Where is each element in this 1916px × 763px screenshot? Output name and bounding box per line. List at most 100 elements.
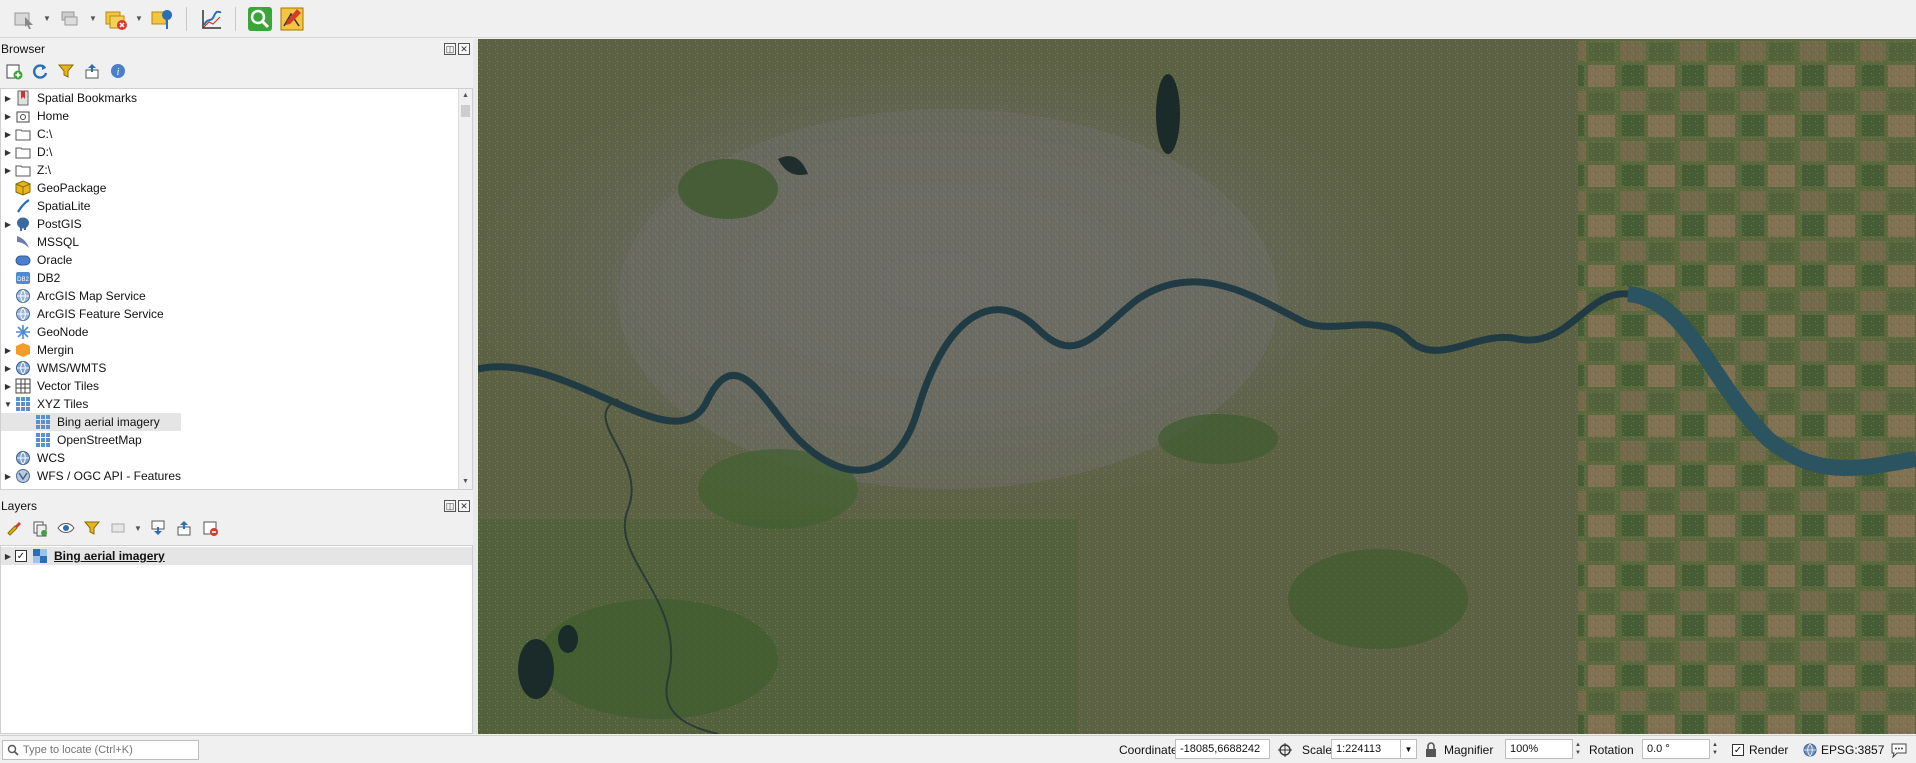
- browser-item[interactable]: ▶ PostGIS: [1, 215, 472, 233]
- coordinate-field[interactable]: -18085,6688242: [1175, 739, 1270, 759]
- expand-arrow-icon[interactable]: ▶: [1, 341, 15, 359]
- layer-row-bing[interactable]: ▶ ✓ Bing aerial imagery: [1, 547, 472, 565]
- float-panel-icon[interactable]: ◫: [444, 500, 456, 512]
- map-canvas[interactable]: [478, 39, 1916, 734]
- browser-item[interactable]: ▶ WFS / OGC API - Features: [1, 467, 472, 485]
- expand-arrow-icon[interactable]: ▶: [1, 89, 15, 107]
- identify-point-icon[interactable]: [148, 5, 176, 33]
- browser-item[interactable]: ▶ Home: [1, 107, 472, 125]
- scroll-up-icon[interactable]: ▲: [459, 89, 472, 103]
- render-checkbox[interactable]: ✓: [1732, 744, 1744, 756]
- xyz-layer-icon: [35, 414, 51, 430]
- browser-item[interactable]: ArcGIS Map Service: [1, 287, 472, 305]
- browser-item[interactable]: ▶ Spatial Bookmarks: [1, 89, 472, 107]
- magnifier-spinner[interactable]: ▲ ▼: [1573, 739, 1583, 759]
- browser-item[interactable]: ▶ C:\: [1, 125, 472, 143]
- chevron-down-icon[interactable]: ▼: [42, 5, 52, 33]
- crs-button[interactable]: EPSG:3857: [1803, 741, 1884, 759]
- svg-text:i: i: [117, 67, 120, 78]
- browser-item-label: Oracle: [37, 253, 73, 267]
- remove-layer-icon[interactable]: [200, 518, 220, 538]
- locator-bar[interactable]: [2, 740, 199, 760]
- filter-icon[interactable]: [56, 61, 76, 81]
- expand-arrow-icon[interactable]: ▶: [1, 143, 15, 161]
- browser-item[interactable]: ▶ WMS/WMTS: [1, 359, 472, 377]
- lock-scale-icon[interactable]: [1424, 741, 1438, 759]
- toggle-extents-icon[interactable]: [1277, 741, 1293, 759]
- chevron-down-icon[interactable]: ▼: [88, 5, 98, 33]
- filter-legend-icon[interactable]: [82, 518, 102, 538]
- browser-item[interactable]: ▼ XYZ Tiles: [1, 395, 472, 413]
- scrollbar-thumb[interactable]: [461, 105, 470, 117]
- expand-all-icon[interactable]: [148, 518, 168, 538]
- expand-arrow-icon[interactable]: ▶: [1, 359, 15, 377]
- visibility-icon[interactable]: [56, 518, 76, 538]
- chevron-down-icon[interactable]: ▼: [134, 518, 142, 538]
- profile-tool-icon[interactable]: [197, 5, 225, 33]
- expand-arrow-icon[interactable]: ▶: [1, 107, 15, 125]
- expand-arrow-icon[interactable]: ▶: [1, 377, 15, 395]
- browser-item[interactable]: WCS: [1, 449, 472, 467]
- float-panel-icon[interactable]: ◫: [444, 43, 456, 55]
- close-icon[interactable]: ✕: [458, 43, 470, 55]
- select-features-icon[interactable]: [10, 5, 38, 33]
- remove-layer-icon[interactable]: [102, 5, 130, 33]
- collapse-arrow-icon[interactable]: ▼: [1, 395, 15, 413]
- scale-group: Scale: [1302, 741, 1332, 759]
- rotation-spinner[interactable]: ▲ ▼: [1710, 739, 1720, 759]
- browser-item-label: Vector Tiles: [37, 379, 100, 393]
- layer-visibility-checkbox[interactable]: ✓: [15, 550, 27, 562]
- browser-item[interactable]: DB2 DB2: [1, 269, 472, 287]
- browser-item[interactable]: ArcGIS Feature Service: [1, 305, 472, 323]
- chevron-down-icon[interactable]: ▼: [134, 5, 144, 33]
- browser-panel-header: Browser ◫ ✕: [0, 39, 473, 59]
- browser-item[interactable]: GeoPackage: [1, 179, 472, 197]
- browser-item[interactable]: ▶ Z:\: [1, 161, 472, 179]
- messages-icon[interactable]: [1890, 741, 1908, 759]
- digitize-tool-icon[interactable]: [278, 5, 306, 33]
- mergin-icon: [15, 342, 31, 358]
- search-icon: [7, 744, 19, 756]
- layers-tree[interactable]: ▶ ✓ Bing aerial imagery: [0, 545, 473, 734]
- expand-arrow-icon[interactable]: ▶: [1, 547, 15, 565]
- browser-item[interactable]: ▶ D:\: [1, 143, 472, 161]
- refresh-icon[interactable]: [30, 61, 50, 81]
- expand-arrow-icon[interactable]: ▶: [1, 467, 15, 485]
- scale-field[interactable]: 1:224113: [1331, 739, 1401, 759]
- browser-item[interactable]: MSSQL: [1, 233, 472, 251]
- style-manager-icon[interactable]: [4, 518, 24, 538]
- collapse-all-icon[interactable]: [174, 518, 194, 538]
- browser-item[interactable]: GeoNode: [1, 323, 472, 341]
- browser-scrollbar[interactable]: ▲ ▼: [458, 89, 472, 489]
- deselect-features-icon[interactable]: [56, 5, 84, 33]
- browser-item[interactable]: ▶ Vector Tiles: [1, 377, 472, 395]
- mssql-icon: [15, 234, 31, 250]
- locator-search-icon[interactable]: [246, 5, 274, 33]
- browser-item[interactable]: ▶ Mergin: [1, 341, 472, 359]
- magnifier-field[interactable]: 100%: [1505, 739, 1573, 759]
- browser-item[interactable]: OpenStreetMap: [1, 431, 472, 449]
- browser-item-label: ArcGIS Map Service: [37, 289, 146, 303]
- chevron-down-icon[interactable]: ▼: [1401, 739, 1417, 759]
- close-icon[interactable]: ✕: [458, 500, 470, 512]
- locator-input[interactable]: [23, 744, 193, 756]
- scroll-down-icon[interactable]: ▼: [459, 475, 472, 489]
- rotation-field[interactable]: 0.0 °: [1642, 739, 1710, 759]
- expand-arrow-icon[interactable]: ▶: [1, 161, 15, 179]
- browser-tree[interactable]: ▶ Spatial Bookmarks ▶ Home ▶ C:\ ▶ D:\ ▶ Z:\ GeoPa…: [0, 88, 473, 490]
- expand-arrow-icon[interactable]: ▶: [1, 215, 15, 233]
- collapse-all-icon[interactable]: [82, 61, 102, 81]
- browser-item[interactable]: SpatiaLite: [1, 197, 472, 215]
- expand-arrow-icon[interactable]: ▶: [1, 125, 15, 143]
- browser-item[interactable]: Oracle: [1, 251, 472, 269]
- filter-by-expression-icon[interactable]: [108, 518, 128, 538]
- add-layer-icon[interactable]: [4, 61, 24, 81]
- browser-item-label: Spatial Bookmarks: [37, 91, 138, 105]
- info-icon[interactable]: i: [108, 61, 128, 81]
- browser-item[interactable]: Bing aerial imagery: [1, 413, 181, 431]
- browser-item-label: DB2: [37, 271, 61, 285]
- add-group-icon[interactable]: [30, 518, 50, 538]
